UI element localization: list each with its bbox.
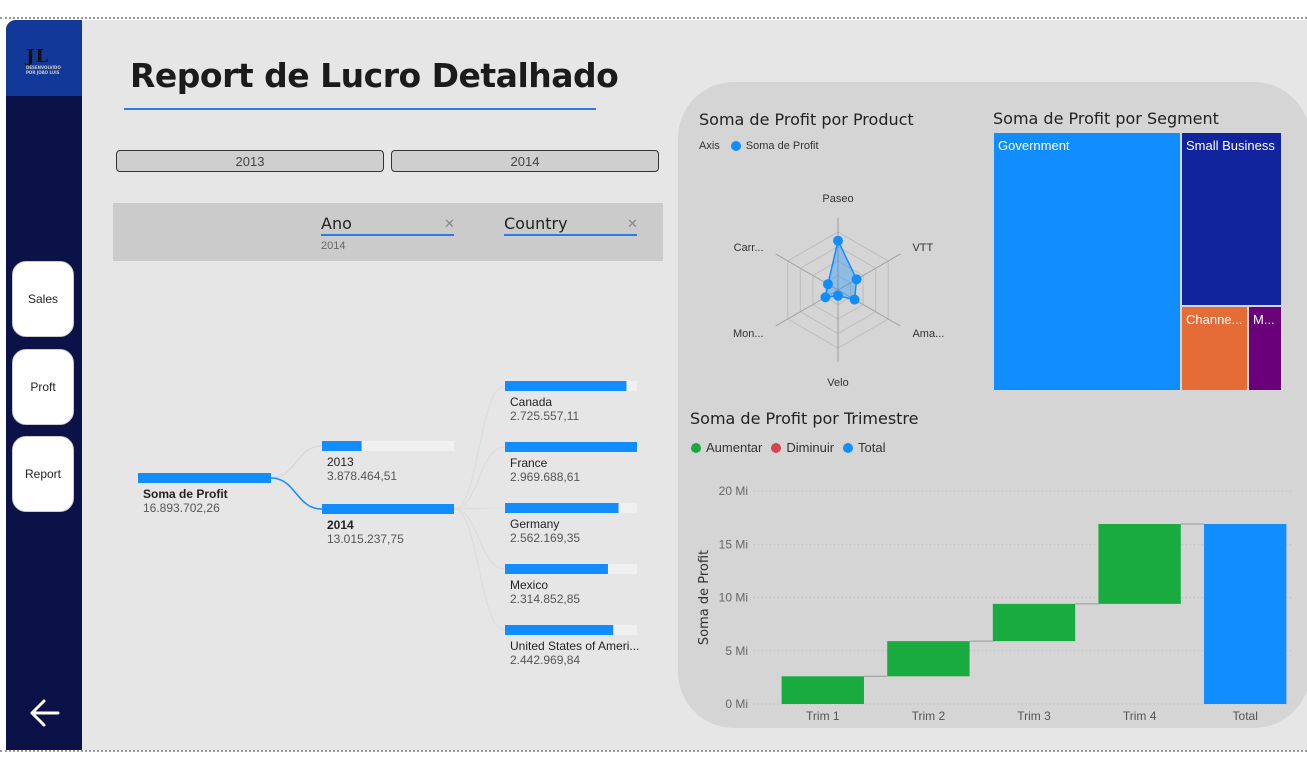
tree-bar-country[interactable] (505, 625, 614, 635)
tree-node-value: 3.878.464,51 (327, 469, 397, 483)
radar-point[interactable] (822, 279, 833, 290)
radar-point[interactable] (833, 235, 843, 246)
tree-node-value: 2.562.169,35 (510, 531, 580, 545)
treemap-tile-government[interactable]: Government (994, 133, 1180, 390)
waterfall-chart[interactable]: 0 Mi 5 Mi 10 Mi 15 Mi 20 Mi Soma de Profit Tri… (682, 460, 1302, 730)
tree-node-label: Germany (510, 517, 559, 531)
legend-dot-icon (730, 141, 741, 151)
x-axis-title: Date Trimestre (978, 729, 1074, 730)
radar-axis-label: Carr... (734, 242, 764, 254)
radar-legend: Axis Soma de Profit (699, 140, 819, 152)
waterfall-bar[interactable] (1098, 524, 1181, 604)
tree-node-value: 2.442.969,84 (510, 653, 580, 667)
waterfall-title: Soma de Profit por Trimestre (690, 409, 919, 428)
tree-bar-country[interactable] (505, 442, 637, 452)
tree-node-value: 2.969.688,61 (510, 470, 580, 484)
y-tick-label: 15 Mi (719, 537, 748, 551)
radar-axis-label: Velo (827, 377, 848, 389)
legend-dot-icon (771, 442, 782, 453)
x-tick-label: Trim 1 (806, 709, 840, 723)
treemap-tile-m[interactable]: M... (1249, 307, 1281, 390)
treemap-title: Soma de Profit por Segment (993, 109, 1219, 128)
report-canvas: JL DESENVOLVIDO POR JOÃO LUIS Sales Prof… (6, 20, 1307, 750)
tree-level-ano: 20133.878.464,51 201413.015.237,75 (322, 441, 454, 546)
radar-series-area (824, 238, 858, 301)
x-tick-label: Total (1233, 709, 1258, 723)
tree-node-value: 2.725.557,11 (510, 409, 580, 423)
x-tick-label: Trim 2 (912, 709, 946, 723)
tree-root-value: 16.893.702,26 (143, 501, 220, 515)
legend-total: Total (858, 440, 886, 455)
tree-bar-ano-2013[interactable] (322, 441, 362, 451)
radar-point[interactable] (851, 274, 862, 285)
radar-axis-label: Paseo (822, 193, 853, 205)
treemap-tile-small-business[interactable]: Small Business (1182, 133, 1281, 305)
y-tick-label: 0 Mi (725, 697, 748, 711)
y-tick-label: 20 Mi (719, 484, 748, 498)
tree-root-bar[interactable] (138, 473, 271, 483)
top-border (0, 17, 1307, 19)
waterfall-legend: Aumentar Diminuir Total (691, 440, 886, 455)
tree-node-label: 2014 (327, 518, 354, 532)
tree-node-label: United States of Ameri... (510, 639, 639, 653)
decomposition-tree: Soma de Profit 16.893.702,26 20133.878.4… (138, 381, 639, 667)
legend-aumentar: Aumentar (706, 440, 763, 455)
y-tick-label: 5 Mi (725, 644, 748, 658)
tree-node-value: 13.015.237,75 (327, 532, 404, 546)
tree-node-label: 2013 (327, 455, 354, 469)
legend-diminuir: Diminuir (786, 440, 835, 455)
x-tick-label: Trim 4 (1123, 709, 1157, 723)
radar-legend-axis: Axis (699, 140, 720, 152)
radar-axis-label: VTT (912, 242, 933, 254)
tree-bar-country[interactable] (505, 381, 627, 391)
radar-leader (775, 253, 789, 262)
radar-chart-title: Soma de Profit por Product (699, 110, 914, 129)
tree-node-label: France (510, 456, 548, 470)
tree-bar-country[interactable] (505, 503, 619, 513)
tree-node-label: Canada (510, 395, 552, 409)
tree-node-label: Mexico (510, 578, 548, 592)
bottom-border (0, 750, 1307, 752)
radar-axis-label: Ama... (912, 328, 944, 340)
treemap-tile-channel[interactable]: Channe... (1182, 307, 1247, 390)
waterfall-bar[interactable] (992, 603, 1076, 642)
tree-node-value: 2.314.852,85 (510, 592, 580, 606)
y-axis-title: Soma de Profit (697, 550, 712, 645)
radar-point[interactable] (820, 292, 831, 303)
tree-root-label: Soma de Profit (143, 487, 228, 501)
tree-bar-country[interactable] (505, 564, 608, 574)
radar-legend-series: Soma de Profit (745, 140, 819, 152)
radar-leader (887, 318, 901, 327)
radar-point[interactable] (849, 294, 860, 305)
waterfall-bar[interactable] (887, 641, 970, 677)
tree-bar-ano-2014[interactable] (322, 504, 454, 514)
radar-axis-label: Mon... (733, 328, 764, 340)
radar-point[interactable] (833, 290, 843, 301)
tree-level-country: Canada2.725.557,11 France2.969.688,61 Germ… (505, 381, 639, 667)
y-tick-label: 10 Mi (719, 591, 748, 605)
waterfall-bar[interactable] (781, 676, 864, 704)
radar-chart[interactable]: Paseo VTT Ama... Velo Mon... Carr... (686, 170, 986, 390)
waterfall-bar-total[interactable] (1204, 524, 1287, 704)
radar-leader (775, 318, 789, 327)
legend-dot-icon (691, 442, 701, 453)
legend-dot-icon (843, 442, 854, 453)
radar-leader (887, 253, 901, 262)
x-tick-label: Trim 3 (1017, 709, 1051, 723)
